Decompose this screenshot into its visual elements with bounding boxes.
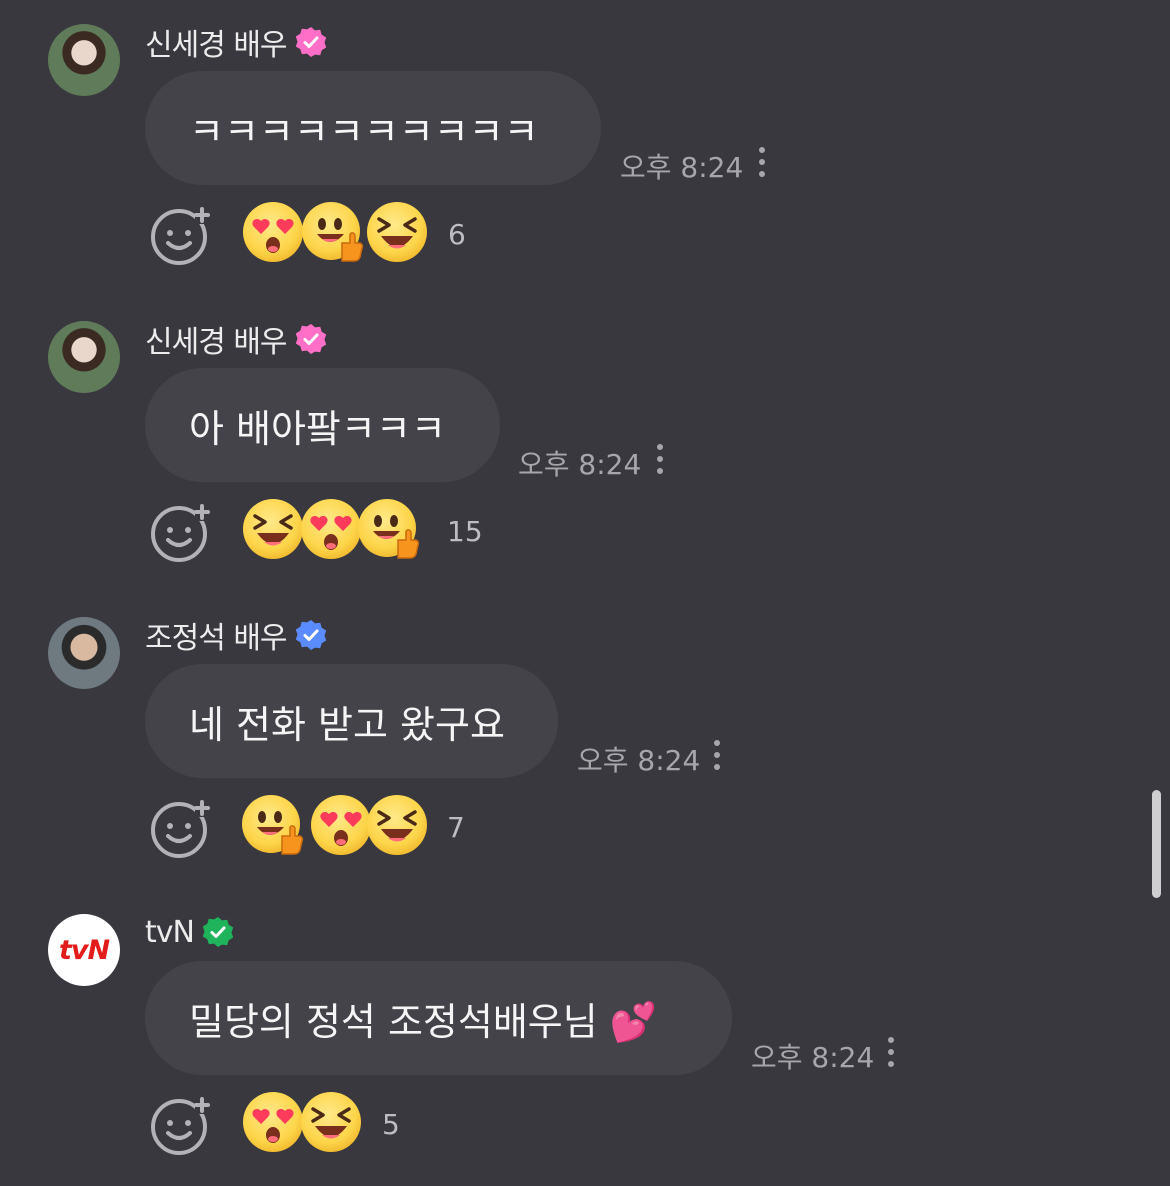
author-name[interactable]: 신세경 배우 [145,317,288,361]
message-text: ㅋㅋㅋㅋㅋㅋㅋㅋㅋㅋ [189,109,539,154]
heart-eyes-emoji-icon[interactable] [300,498,362,560]
thumbs-up-smile-emoji-icon[interactable] [242,794,304,856]
message-text: 네 전화 받고 왔구요 [189,702,505,747]
heart-eyes-emoji-icon[interactable] [310,794,372,856]
avatar[interactable] [48,321,120,393]
timestamp: 오후 8:24 [751,1041,875,1074]
message-item: 신세경 배우 아 배아팤ㅋㅋㅋ 오후 8:24 15 [0,297,1150,593]
add-reaction-icon[interactable] [150,204,212,266]
more-options-icon[interactable] [713,740,721,772]
reaction-count: 15 [447,515,483,548]
more-options-icon[interactable] [656,444,664,476]
more-options-icon[interactable] [758,147,766,179]
author-row: 신세경 배우 [145,20,327,64]
author-row: tvN [145,912,234,952]
timestamp: 오후 8:24 [620,151,744,184]
message-item: 조정석 배우 네 전화 받고 왔구요 오후 8:24 7 [0,593,1150,889]
verified-badge-icon [202,917,234,947]
avatar[interactable]: tvN [48,914,120,986]
message-text: 밀당의 정석 조정석배우님 💕 [189,999,658,1044]
author-name[interactable]: 조정석 배우 [145,613,288,657]
timestamp: 오후 8:24 [518,448,642,481]
author-row: 조정석 배우 [145,613,327,657]
verified-badge-icon [295,324,326,354]
message-item: 신세경 배우 ㅋㅋㅋㅋㅋㅋㅋㅋㅋㅋ 오후 8:24 6 [0,0,1150,296]
timestamp: 오후 8:24 [577,744,701,777]
message-bubble[interactable]: 아 배아팤ㅋㅋㅋ [145,368,500,482]
verified-badge-icon [295,620,326,650]
reaction-count: 7 [447,811,465,844]
add-reaction-icon[interactable] [150,797,212,859]
laughing-emoji-icon[interactable] [366,201,428,263]
message-bubble[interactable]: ㅋㅋㅋㅋㅋㅋㅋㅋㅋㅋ [145,71,601,185]
scrollbar[interactable] [1152,790,1161,898]
laughing-emoji-icon[interactable] [300,1091,362,1153]
heart-eyes-emoji-icon[interactable] [242,201,304,263]
heart-eyes-emoji-icon[interactable] [242,1091,304,1153]
thumbs-up-smile-emoji-icon[interactable] [302,201,364,263]
message-bubble[interactable]: 네 전화 받고 왔구요 [145,664,558,778]
author-row: 신세경 배우 [145,317,327,361]
add-reaction-icon[interactable] [150,501,212,563]
more-options-icon[interactable] [887,1037,895,1069]
laughing-emoji-icon[interactable] [366,794,428,856]
message-text: 아 배아팤ㅋㅋㅋ [189,406,446,451]
reaction-count: 6 [448,218,466,251]
author-name[interactable]: tvN [145,915,195,950]
author-name[interactable]: 신세경 배우 [145,20,288,64]
laughing-emoji-icon[interactable] [242,498,304,560]
verified-badge-icon [295,27,326,57]
tvn-logo: tvN [58,934,110,966]
avatar[interactable] [48,24,120,96]
avatar[interactable] [48,617,120,689]
add-reaction-icon[interactable] [150,1094,212,1156]
message-bubble[interactable]: 밀당의 정석 조정석배우님 💕 [145,961,732,1075]
reaction-count: 5 [382,1108,400,1141]
message-item: tvN tvN 밀당의 정석 조정석배우님 💕 오후 8:24 5 [0,890,1150,1186]
thumbs-up-smile-emoji-icon[interactable] [358,498,420,560]
